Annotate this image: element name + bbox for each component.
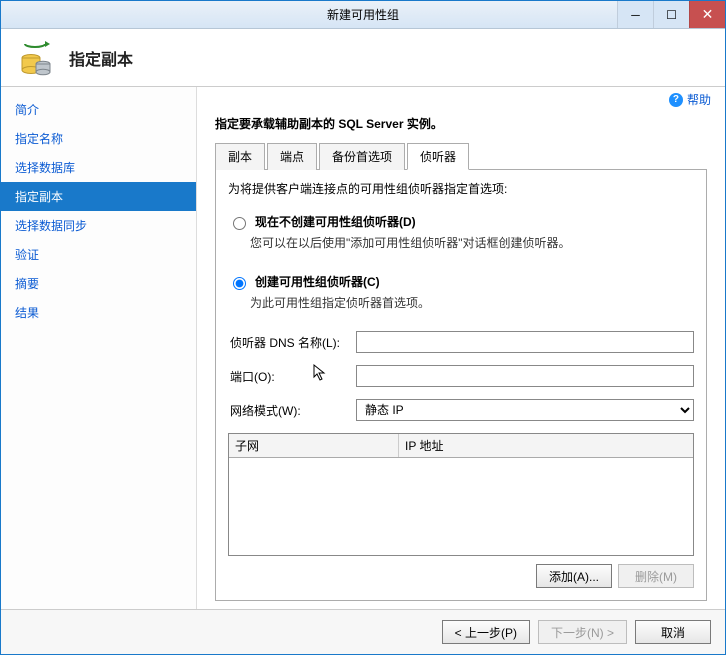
dns-name-input[interactable] [356, 331, 694, 353]
tab-listener[interactable]: 侦听器 [407, 143, 469, 170]
row-network-mode: 网络模式(W): 静态 IP [228, 399, 694, 421]
sidebar-item-label: 摘要 [15, 277, 39, 291]
sidebar-item-label: 简介 [15, 103, 39, 117]
wizard-sidebar: 简介 指定名称 选择数据库 指定副本 选择数据同步 验证 摘要 结果 [1, 87, 197, 609]
tab-bar: 副本 端点 备份首选项 侦听器 [215, 142, 707, 170]
grid-header: 子网 IP 地址 [229, 434, 693, 458]
prev-button[interactable]: < 上一步(P) [442, 620, 530, 644]
network-mode-select[interactable]: 静态 IP [356, 399, 694, 421]
radio-no-listener-label: 现在不创建可用性组侦听器(D) [255, 213, 416, 230]
add-button[interactable]: 添加(A)... [536, 564, 612, 588]
sidebar-item-select-db[interactable]: 选择数据库 [1, 153, 196, 182]
wizard-window: 新建可用性组 ─ ☐ ✕ 指定副本 简介 指定名称 选择数据库 [0, 0, 726, 655]
help-link[interactable]: ? 帮助 [669, 91, 711, 108]
radio-create-listener[interactable] [233, 277, 246, 290]
sidebar-item-label: 指定副本 [15, 190, 63, 204]
minimize-button[interactable]: ─ [617, 1, 653, 28]
sidebar-item-intro[interactable]: 简介 [1, 95, 196, 124]
panel-caption: 为将提供客户端连接点的可用性组侦听器指定首选项: [228, 180, 694, 197]
radio-create-listener-label: 创建可用性组侦听器(C) [255, 273, 380, 290]
network-mode-label: 网络模式(W): [228, 402, 356, 419]
wizard-body: 简介 指定名称 选择数据库 指定副本 选择数据同步 验证 摘要 结果 ? 帮助 … [1, 87, 725, 609]
sidebar-item-summary[interactable]: 摘要 [1, 269, 196, 298]
sidebar-item-data-sync[interactable]: 选择数据同步 [1, 211, 196, 240]
next-button: 下一步(N) > [538, 620, 627, 644]
radio-create-listener-block: 创建可用性组侦听器(C) 为此可用性组指定侦听器首选项。 [228, 273, 694, 321]
port-input[interactable] [356, 365, 694, 387]
row-port: 端口(O): [228, 365, 694, 387]
row-dns-name: 侦听器 DNS 名称(L): [228, 331, 694, 353]
title-bar[interactable]: 新建可用性组 ─ ☐ ✕ [1, 1, 725, 29]
sidebar-item-label: 选择数据同步 [15, 219, 87, 233]
window-controls: ─ ☐ ✕ [617, 1, 725, 28]
listener-panel: 为将提供客户端连接点的可用性组侦听器指定首选项: 现在不创建可用性组侦听器(D)… [215, 170, 707, 601]
wizard-header: 指定副本 [1, 29, 725, 87]
page-title: 指定副本 [69, 46, 133, 70]
ip-address-grid[interactable]: 子网 IP 地址 [228, 433, 694, 556]
database-refresh-icon [17, 38, 57, 78]
radio-no-listener-block: 现在不创建可用性组侦听器(D) 您可以在以后使用"添加可用性组侦听器"对话框创建… [228, 213, 694, 261]
help-label: 帮助 [687, 91, 711, 108]
dns-name-label: 侦听器 DNS 名称(L): [228, 334, 356, 351]
wizard-footer: < 上一步(P) 下一步(N) > 取消 [1, 609, 725, 654]
tab-replicas[interactable]: 副本 [215, 143, 265, 170]
grid-body[interactable] [229, 458, 693, 555]
sidebar-item-label: 验证 [15, 248, 39, 262]
sidebar-item-specify-replicas[interactable]: 指定副本 [1, 182, 196, 211]
tab-backup-pref[interactable]: 备份首选项 [319, 143, 405, 170]
sidebar-item-label: 指定名称 [15, 132, 63, 146]
help-icon: ? [669, 93, 683, 107]
col-ip[interactable]: IP 地址 [399, 434, 693, 457]
radio-create-listener-desc: 为此可用性组指定侦听器首选项。 [250, 294, 694, 311]
close-button[interactable]: ✕ [689, 1, 725, 28]
wizard-content: ? 帮助 指定要承载辅助副本的 SQL Server 实例。 副本 端点 备份首… [197, 87, 725, 609]
remove-button: 删除(M) [618, 564, 694, 588]
sidebar-item-specify-name[interactable]: 指定名称 [1, 124, 196, 153]
sidebar-item-label: 选择数据库 [15, 161, 75, 175]
port-label: 端口(O): [228, 368, 356, 385]
sidebar-item-results[interactable]: 结果 [1, 298, 196, 327]
tab-endpoints[interactable]: 端点 [267, 143, 317, 170]
sidebar-item-label: 结果 [15, 306, 39, 320]
radio-no-listener[interactable] [233, 217, 246, 230]
maximize-button[interactable]: ☐ [653, 1, 689, 28]
grid-actions: 添加(A)... 删除(M) [228, 564, 694, 588]
tab-label: 侦听器 [420, 150, 456, 164]
tab-label: 副本 [228, 150, 252, 164]
tab-label: 备份首选项 [332, 150, 392, 164]
instruction-text: 指定要承载辅助副本的 SQL Server 实例。 [215, 115, 707, 132]
radio-no-listener-desc: 您可以在以后使用"添加可用性组侦听器"对话框创建侦听器。 [250, 234, 694, 251]
col-subnet[interactable]: 子网 [229, 434, 399, 457]
sidebar-item-validate[interactable]: 验证 [1, 240, 196, 269]
tab-label: 端点 [280, 150, 304, 164]
cancel-button[interactable]: 取消 [635, 620, 711, 644]
